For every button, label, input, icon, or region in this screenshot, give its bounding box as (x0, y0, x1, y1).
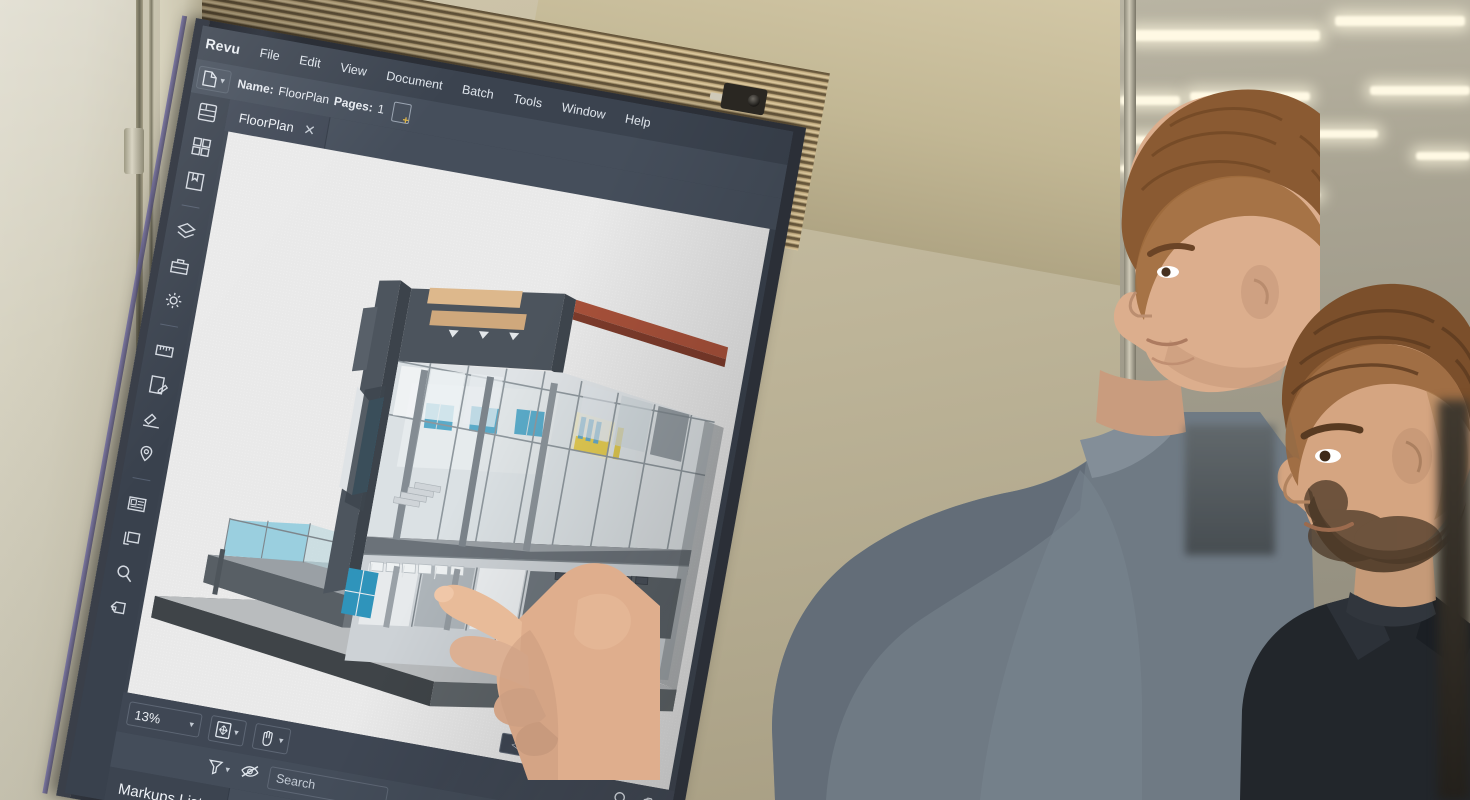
rail-divider (181, 204, 200, 209)
hand-pan-icon (261, 730, 273, 746)
toolbox-icon[interactable] (167, 253, 193, 279)
pages-label: Pages: (332, 93, 375, 115)
background-monitor (1185, 425, 1275, 555)
chevron-down-icon: ▾ (233, 726, 240, 738)
grid-icon[interactable] (188, 134, 214, 160)
chevron-down-icon: ▾ (278, 734, 285, 746)
screenshot-root: Revu File Edit View Document Batch Tools… (0, 0, 1470, 800)
zoom-level-value: 13% (133, 706, 162, 727)
gear-icon[interactable] (161, 288, 187, 314)
zoom-level-select[interactable]: 13% ▾ (125, 701, 203, 738)
pan-tool-button[interactable]: ▾ (251, 722, 292, 755)
markup-pen-icon[interactable] (146, 372, 172, 398)
chevron-down-icon: ▾ (224, 763, 231, 775)
ceiling-light (1416, 152, 1470, 160)
door-hinge (124, 128, 144, 174)
document-icon-button[interactable]: ▾ (195, 64, 232, 94)
fit-page-button[interactable]: ▾ (207, 714, 247, 747)
rail-divider (160, 323, 179, 328)
hide-markups-button[interactable] (238, 761, 260, 785)
filter-button[interactable]: ▾ (206, 758, 231, 778)
menu-item-edit[interactable]: Edit (298, 53, 322, 71)
signature-icon[interactable] (139, 407, 165, 433)
search-icon[interactable] (112, 560, 138, 586)
document-icon (202, 69, 217, 88)
tag-icon[interactable] (106, 595, 132, 621)
ceiling-light (1370, 86, 1470, 95)
bookmarks-icon[interactable] (182, 169, 208, 195)
markups-list-title: Markups List (116, 780, 204, 800)
app-brand: Revu (204, 35, 242, 58)
close-icon[interactable]: ✕ (302, 120, 316, 139)
ceiling-light (1335, 16, 1465, 26)
background-object (1438, 400, 1470, 800)
eye-slash-icon (240, 765, 259, 777)
menu-item-file[interactable]: File (259, 46, 281, 63)
filter-icon (209, 759, 224, 775)
layers-icon[interactable] (173, 219, 199, 245)
tab-label: FloorPlan (237, 109, 296, 135)
hand-pointing (434, 563, 660, 780)
chevron-down-icon: ▾ (219, 74, 226, 86)
measurements-icon[interactable] (152, 338, 178, 364)
menu-item-view[interactable]: View (339, 60, 368, 79)
thumbnails-icon[interactable] (195, 100, 221, 126)
panel-icon[interactable] (124, 491, 150, 517)
location-pin-icon[interactable] (133, 441, 159, 467)
rail-divider (132, 477, 151, 482)
name-value: FloorPlan (277, 83, 331, 107)
search-placeholder: Search (274, 771, 317, 793)
snapshot-icon[interactable] (118, 526, 144, 552)
fit-page-icon (215, 721, 232, 740)
chevron-down-icon: ▾ (188, 718, 195, 730)
name-label: Name: (236, 76, 275, 97)
